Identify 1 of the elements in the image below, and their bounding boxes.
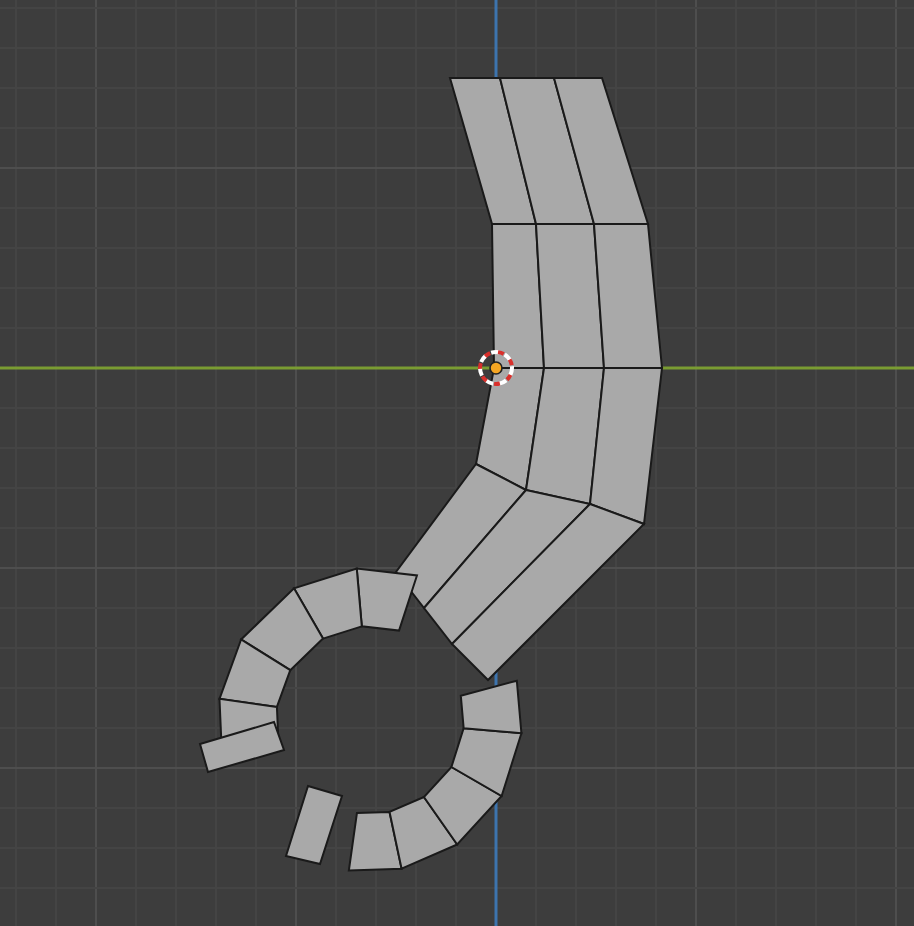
origin-icon — [478, 350, 514, 386]
